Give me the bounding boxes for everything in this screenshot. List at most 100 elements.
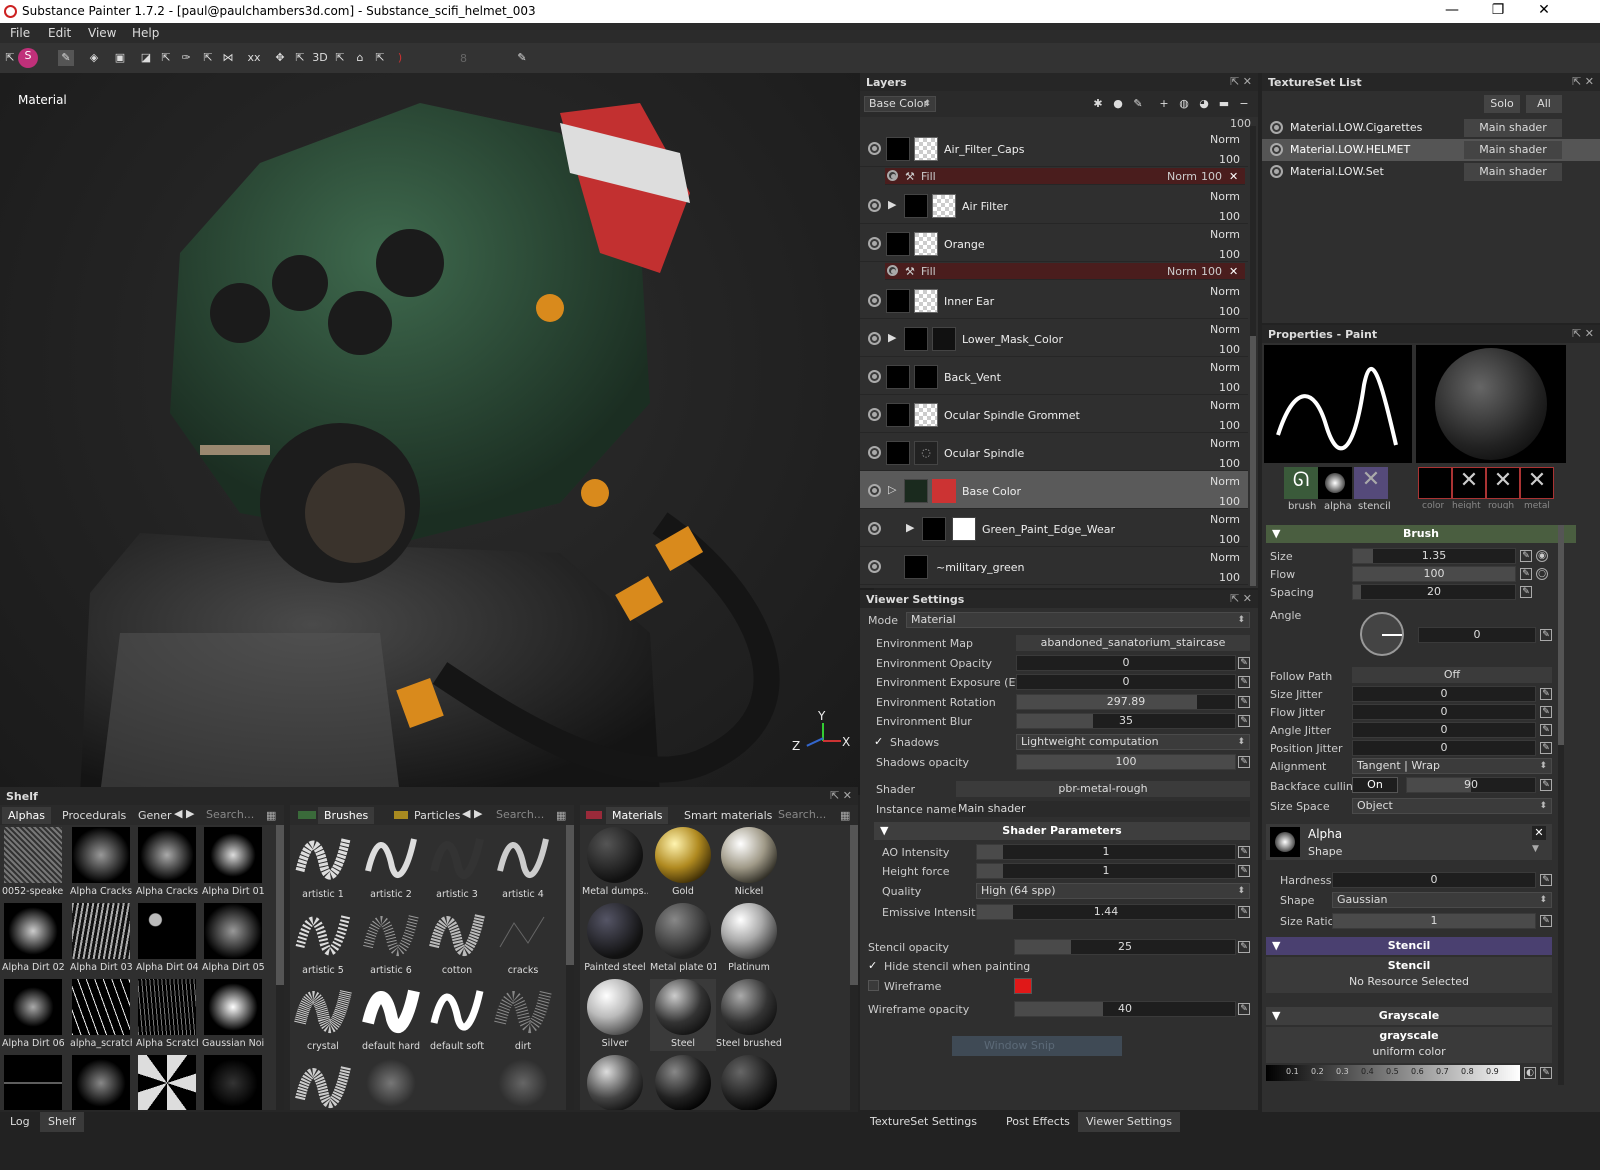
grid-view-icon[interactable]: ▦ (840, 809, 850, 822)
tab-log[interactable]: Log (2, 1112, 38, 1132)
minimize-button[interactable]: — (1432, 2, 1472, 22)
shelf-item[interactable]: artistic 2 (360, 827, 422, 900)
size-slider[interactable]: 1.35 (1352, 548, 1516, 564)
layer-name[interactable]: ~military_green (936, 561, 1024, 574)
layer-item[interactable]: ◌ Ocular Spindle Norm 100 (860, 433, 1248, 471)
layer-item[interactable]: Ocular Spindle Grommet Norm 100 (860, 395, 1248, 433)
shelf-item[interactable]: default hard (360, 979, 422, 1052)
shelf-item[interactable] (70, 1055, 132, 1110)
add-layer-icon[interactable]: + (1156, 96, 1172, 112)
textureset-item-selected[interactable]: Material.LOW.HELMET Main shader (1262, 139, 1600, 161)
layer-opacity[interactable]: 100 (1219, 419, 1240, 432)
shelf-item[interactable] (136, 1055, 198, 1110)
shelf-item[interactable]: artistic 4 (492, 827, 554, 900)
visibility-eye-icon[interactable] (868, 199, 881, 212)
visibility-eye-icon[interactable] (887, 265, 898, 276)
fill-opacity[interactable]: 100 (1201, 265, 1222, 278)
lazy-mouse-icon[interactable]: ) (392, 50, 408, 66)
layer-blend[interactable]: Norm (1210, 285, 1240, 298)
layer-opacity[interactable]: 100 (1219, 533, 1240, 546)
instance-input[interactable]: Main shader (956, 801, 1250, 817)
tab-scroll-icon[interactable]: ◀ ▶ (462, 807, 482, 820)
3d-view-icon[interactable]: 3D (312, 50, 328, 66)
solo-button[interactable]: Solo (1484, 95, 1520, 113)
popout-icon[interactable]: ⇱ (2, 50, 18, 66)
shelf-item[interactable]: Gold (650, 827, 716, 899)
edit-pen-icon[interactable]: ✎ (1238, 696, 1250, 708)
env-map-select[interactable]: abandoned_sanatorium_staircase (1016, 635, 1250, 651)
maximize-button[interactable]: ❐ (1478, 2, 1518, 22)
shelf-item[interactable]: Alpha Dirt 03 (70, 903, 132, 975)
add-fill-icon[interactable]: ◍ (1176, 96, 1192, 112)
menu-help[interactable]: Help (132, 26, 159, 40)
layer-item[interactable]: Inner Ear Norm 100 (860, 281, 1248, 319)
fill-blend[interactable]: Norm (1167, 265, 1197, 278)
alpha-slot-icon[interactable] (1318, 467, 1352, 499)
visibility-eye-icon[interactable] (1270, 165, 1283, 178)
layer-opacity[interactable]: 100 (1219, 381, 1240, 394)
shadows-opacity-slider[interactable]: 100 (1016, 754, 1236, 770)
delete-layer-icon[interactable]: − (1236, 96, 1252, 112)
3d-viewport[interactable]: Material Y X Z (0, 73, 874, 795)
layer-blend[interactable]: Norm (1210, 399, 1240, 412)
wireframe-checkbox[interactable] (868, 980, 879, 991)
shelf-item[interactable] (492, 1055, 554, 1110)
shelf-item[interactable] (582, 1055, 648, 1110)
edit-pen-icon[interactable]: ✎ (1238, 941, 1250, 953)
env-rotation-slider[interactable]: 297.89 (1016, 694, 1236, 710)
ao-slider[interactable]: 1 (976, 844, 1236, 860)
shelf-item[interactable]: Alpha Dirt 02 (2, 903, 64, 975)
remove-effect-icon[interactable]: ✕ (1229, 170, 1238, 183)
menu-file[interactable]: File (10, 26, 30, 40)
edit-pen-icon[interactable]: ✎ (1520, 586, 1532, 598)
tab-generators[interactable]: Gener (132, 807, 178, 824)
follow-path-toggle[interactable]: Off (1352, 667, 1552, 683)
paint-brush-icon[interactable]: ✎ (58, 50, 74, 66)
layer-blend[interactable]: Norm (1210, 513, 1240, 526)
layer-item[interactable]: Back_Vent Norm 100 (860, 357, 1248, 395)
picker-icon[interactable]: ◐ (1524, 1067, 1536, 1079)
tab-alphas[interactable]: Alphas (2, 807, 52, 824)
textureset-name[interactable]: Material.LOW.Set (1290, 165, 1384, 178)
layer-item[interactable]: ▶ Air Filter Norm 100 (860, 186, 1248, 224)
panel-close-icon[interactable]: ⇱ ✕ (1230, 592, 1252, 605)
remove-effect-icon[interactable]: ✕ (1229, 265, 1238, 278)
grid-view-icon[interactable]: ▦ (556, 809, 566, 822)
shader-select[interactable]: Main shader (1464, 119, 1562, 137)
panel-close-icon[interactable]: ⇱ ✕ (1572, 327, 1594, 340)
edit-pen-icon[interactable]: ✎ (1238, 676, 1250, 688)
properties-scrollbar[interactable] (1558, 525, 1564, 1085)
layer-opacity[interactable]: 100 (1219, 248, 1240, 261)
edit-pen-icon[interactable]: ✎ (1238, 865, 1250, 877)
polygon-fill-icon[interactable]: ◪ (138, 50, 154, 66)
edit-pen-icon[interactable]: ✎ (1540, 724, 1552, 736)
shelf-item[interactable]: crystal (292, 979, 354, 1052)
shelf-item[interactable]: Metal plate 011 (650, 903, 716, 975)
spacing-slider[interactable]: 20 (1352, 584, 1516, 600)
layer-opacity[interactable]: 100 (1219, 343, 1240, 356)
tab-brushes[interactable]: Brushes (318, 807, 375, 824)
env-blur-slider[interactable]: 35 (1016, 713, 1236, 729)
visibility-eye-icon[interactable] (868, 237, 881, 250)
popout-icon[interactable]: ⇱ (292, 50, 308, 66)
layer-name[interactable]: Air Filter (962, 200, 1008, 213)
shadows-select[interactable]: Lightweight computation (1016, 734, 1250, 750)
shelf-item[interactable]: Platinum (716, 903, 782, 975)
size-jitter-slider[interactable]: 0 (1352, 686, 1536, 702)
layer-name[interactable]: Back_Vent (944, 371, 1001, 384)
edit-pen-icon[interactable]: ✎ (1540, 915, 1552, 927)
visibility-eye-icon[interactable] (868, 370, 881, 383)
grayscale-resource[interactable]: grayscale uniform color (1266, 1027, 1552, 1063)
panel-close-icon[interactable]: ⇱ ✕ (1572, 75, 1594, 88)
shelf-item[interactable]: Steel brushed (716, 979, 782, 1051)
shelf-item[interactable]: Alpha Dirt 01 (202, 827, 264, 899)
panel-close-icon[interactable]: ⇱ ✕ (1230, 75, 1252, 88)
shadows-checkbox[interactable]: ✓ (874, 735, 883, 748)
shader-select[interactable]: pbr-metal-rough (956, 781, 1250, 797)
tab-post-effects[interactable]: Post Effects (998, 1112, 1078, 1132)
wireframe-color-swatch[interactable] (1014, 978, 1032, 994)
size-ratio-slider[interactable]: 1 (1332, 913, 1536, 929)
popout-icon[interactable]: ⇱ (200, 50, 216, 66)
visibility-eye-icon[interactable] (868, 408, 881, 421)
folder-expand-icon[interactable]: ▶ (888, 331, 896, 344)
